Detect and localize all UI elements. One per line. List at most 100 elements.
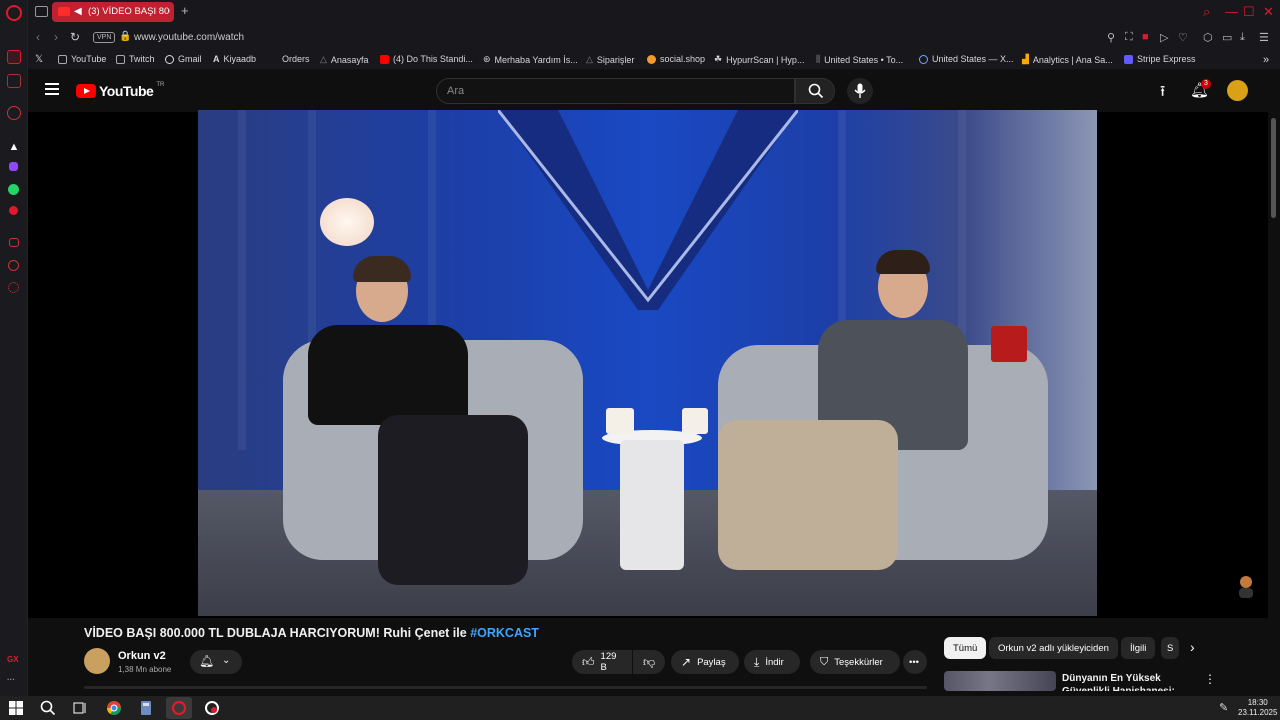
channel-avatar[interactable] (84, 648, 110, 674)
bookmark-item[interactable]: A Kiyaadb (213, 54, 256, 64)
download-icon[interactable]: ⤓ (1240, 31, 1245, 44)
chip-all[interactable]: Tümü (944, 637, 987, 659)
bookmark-item[interactable]: ☘ HypurrScan | Hyp... (714, 54, 804, 65)
bookmark-item[interactable]: △ Siparişler (586, 54, 634, 65)
search-taskbar-icon[interactable] (40, 700, 56, 716)
pocket-icon[interactable]: ■ (1142, 31, 1149, 43)
opera-icon[interactable] (204, 700, 220, 716)
chips-next-icon[interactable]: › (1190, 639, 1195, 655)
chip-from-uploader[interactable]: Orkun v2 adlı yükleyiciden (989, 637, 1118, 659)
opera-gx-icon (171, 700, 187, 716)
heart-icon[interactable]: ♡ (1178, 31, 1188, 44)
close-icon[interactable]: ✕ (1263, 4, 1274, 20)
bookmark-item[interactable]: △ Anasayfa (320, 54, 368, 65)
youtube-icon (380, 54, 389, 64)
extensions-icon[interactable]: ⬡ (1203, 31, 1213, 44)
youtube-logo[interactable]: YouTube TR (76, 82, 164, 99)
youtube-header: YouTube TR ⭱ 🔔︎ 3 (28, 70, 1280, 112)
taskbar-clock[interactable]: 18:30 23.11.2025 (1238, 698, 1277, 718)
aria-icon[interactable]: ▲ (7, 140, 21, 154)
recommendation-thumbnail[interactable] (944, 671, 1056, 691)
subscription-bell-button[interactable]: 🔔︎ ⌄ (190, 650, 242, 674)
play-icon[interactable]: ▷ (1160, 31, 1168, 44)
bookmark-item[interactable]: ⫼ United States • To... (816, 54, 903, 65)
bookmark-item[interactable]: Orders (282, 54, 310, 64)
mug-left (606, 408, 634, 434)
wallet-icon[interactable] (9, 238, 19, 247)
bell-icon: 🔔︎ (199, 654, 215, 668)
task-view-icon[interactable] (72, 700, 88, 716)
bookmark-item[interactable]: Gmail (165, 54, 202, 64)
upload-icon[interactable]: ⭱ (1160, 81, 1165, 106)
bookmark-item[interactable]: ▟ Analytics | Ana Sa... (1022, 54, 1113, 65)
minimize-icon[interactable]: — (1225, 4, 1238, 19)
url-field[interactable]: www.youtube.com/watch (134, 32, 244, 43)
whatsapp-icon[interactable] (8, 184, 19, 195)
bookmark-item[interactable]: ⊛ Merhaba Yardım İs... (483, 54, 578, 65)
bookmark-item[interactable]: Stripe Express (1124, 54, 1196, 64)
snapshot-icon[interactable]: ⛶ (1125, 31, 1133, 44)
history-icon[interactable] (7, 106, 21, 120)
bookmark-item[interactable]: YouTube (58, 54, 106, 64)
dislike-button[interactable]: 👎︎ (633, 650, 665, 674)
bookmark-item[interactable]: United States — X... (919, 54, 1014, 64)
description-divider (84, 686, 927, 689)
opera-logo-icon[interactable] (6, 5, 22, 21)
maximize-icon[interactable]: ☐ (1243, 4, 1255, 20)
more-actions-button[interactable]: ••• (903, 650, 927, 674)
hashtag-link[interactable]: #ORKCAST (470, 626, 539, 640)
tab-active[interactable]: ◀ (3) VİDEO BAŞI 800.0... (52, 2, 174, 22)
bookmark-x[interactable]: 𝕏 (35, 54, 43, 65)
like-button[interactable]: 👍︎ 129 B (572, 650, 632, 674)
subscriber-count: 1,38 Mn abone (118, 665, 172, 674)
recommendation-menu-icon[interactable]: ⋮ (1204, 672, 1216, 686)
youtube-favicon-icon (58, 7, 70, 16)
tab-overview-icon[interactable] (35, 6, 48, 17)
page-scrollbar[interactable] (1271, 118, 1276, 218)
new-tab-icon[interactable]: + (181, 3, 189, 18)
vpn-badge[interactable]: VPN (93, 32, 116, 43)
download-button[interactable]: ⤓ İndir (744, 650, 800, 674)
lock-icon[interactable]: 🔒 (119, 31, 131, 42)
windows-start-icon[interactable] (8, 700, 24, 716)
account-avatar[interactable] (1227, 80, 1248, 101)
search-button[interactable] (795, 78, 835, 104)
youtube-music-icon[interactable] (9, 206, 18, 215)
tray-pen-icon[interactable]: ✎ (1219, 701, 1228, 714)
bookmark-item[interactable]: social.shop (647, 54, 705, 64)
bookmark-item[interactable]: (4) Do This Standi... (380, 54, 473, 64)
calculator-icon[interactable] (138, 700, 154, 716)
tab-bar: ◀ (3) VİDEO BAŞI 800.0... + ⌕ — ☐ ✕ (28, 0, 1280, 25)
gamepad-icon[interactable] (7, 74, 21, 88)
recommendation-title[interactable]: Dünyanın En Yüksek Güvenlikli Hapishanes… (1062, 672, 1202, 691)
chip-partial[interactable]: S (1161, 637, 1179, 659)
reload-icon[interactable]: ↻ (70, 30, 80, 44)
hamburger-menu-icon[interactable] (45, 83, 59, 95)
bookmarks-overflow-icon[interactable]: » (1263, 54, 1269, 66)
thanks-button[interactable]: ⛉ Teşekkürler (810, 650, 900, 674)
speaker-icon[interactable]: ◀ (74, 6, 82, 17)
video-player[interactable] (28, 110, 1268, 618)
more-icon[interactable]: ··· (7, 675, 15, 684)
home-icon[interactable] (7, 50, 21, 64)
back-icon[interactable]: ‹ (36, 30, 40, 44)
menu-icon[interactable]: ☰ (1259, 31, 1269, 44)
settings-icon[interactable] (8, 282, 19, 293)
channel-name[interactable]: Orkun v2 (118, 650, 166, 662)
video-frame[interactable] (198, 110, 1097, 616)
bookmark-item[interactable]: Twitch (116, 54, 155, 64)
chip-related[interactable]: İlgili (1121, 637, 1156, 659)
video-title-text: VİDEO BAŞI 800.000 TL DUBLAJA HARCIYORUM… (84, 626, 467, 640)
voice-search-button[interactable] (847, 78, 873, 104)
gx-icon[interactable]: GX (7, 655, 19, 664)
search-input[interactable] (437, 79, 794, 103)
clock-icon[interactable] (8, 260, 19, 271)
pin-icon[interactable]: ⚲ (1107, 31, 1115, 44)
share-button[interactable]: ↗ Paylaş (671, 650, 739, 674)
chrome-icon[interactable] (106, 700, 122, 716)
forward-icon[interactable]: › (54, 30, 58, 44)
wallet-addr-icon[interactable]: ▭ (1222, 31, 1232, 44)
search-tabs-icon[interactable]: ⌕ (1203, 4, 1210, 20)
twitch-icon[interactable] (9, 162, 18, 171)
floating-avatar-icon[interactable] (1236, 574, 1256, 598)
